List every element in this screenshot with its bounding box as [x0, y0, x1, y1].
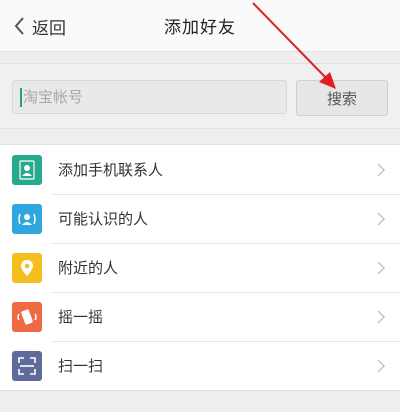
menu-item-label: 可能认识的人 [58, 210, 149, 228]
contact-person-icon [12, 154, 42, 185]
page-title: 添加好友 [164, 18, 236, 38]
search-input[interactable] [12, 80, 287, 114]
menu-item-label: 摇一摇 [58, 308, 104, 326]
nav-header: 返回 添加好友 [0, 0, 400, 52]
people-radar-icon [12, 203, 42, 234]
menu-item-add-phone-contacts[interactable]: 添加手机联系人 [0, 145, 400, 194]
menu-item-nearby-people[interactable]: 附近的人 [0, 243, 400, 292]
chevron-right-icon [377, 212, 386, 226]
chevron-left-icon [14, 17, 24, 35]
search-button[interactable]: 搜索 [296, 80, 388, 116]
chevron-right-icon [377, 359, 386, 373]
menu-item-label: 添加手机联系人 [58, 161, 164, 179]
menu-item-shake[interactable]: 摇一摇 [0, 292, 400, 341]
chevron-right-icon [377, 310, 386, 324]
search-bar: 搜索 [0, 63, 400, 129]
chevron-right-icon [377, 163, 386, 177]
chevron-right-icon [377, 261, 386, 275]
menu-item-scan[interactable]: 扫一扫 [0, 341, 400, 390]
text-caret [20, 88, 22, 107]
menu-item-label: 附近的人 [58, 259, 119, 277]
scan-frame-icon [12, 350, 42, 381]
shake-phone-icon [12, 301, 42, 332]
back-label: 返回 [32, 18, 66, 39]
add-friend-options: 添加手机联系人 可能认识的人 附近的人 摇一摇 扫一扫 [0, 144, 400, 391]
location-pin-icon [12, 252, 42, 283]
menu-item-label: 扫一扫 [58, 357, 104, 375]
menu-item-people-you-may-know[interactable]: 可能认识的人 [0, 194, 400, 243]
back-button[interactable]: 返回 [10, 14, 66, 39]
